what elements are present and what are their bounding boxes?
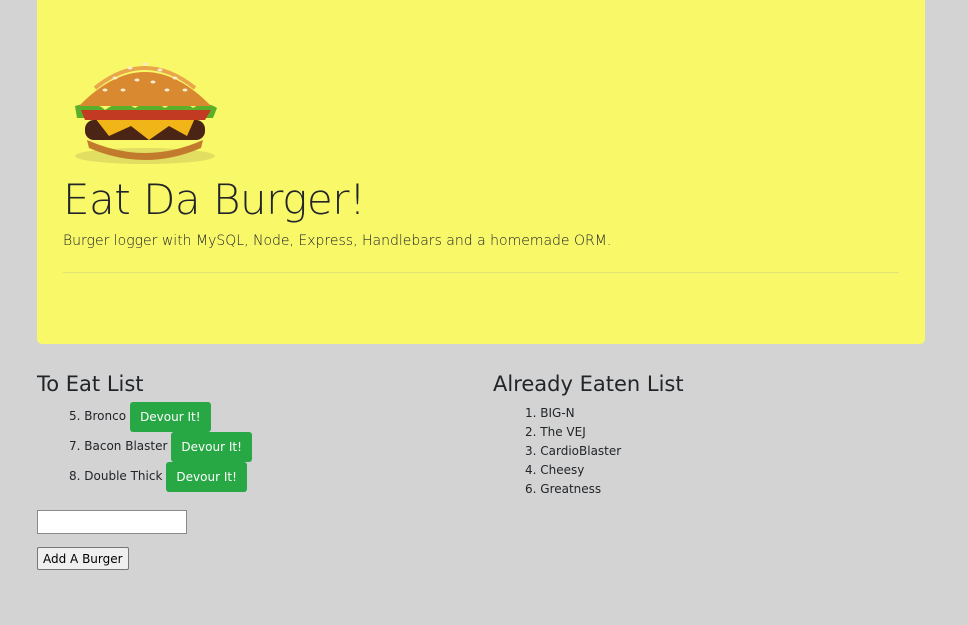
add-burger-button[interactable]: Add A Burger bbox=[37, 547, 129, 570]
eaten-list: 1. BIG-N 2. The VEJ 3. CardioBlaster 4. … bbox=[493, 404, 923, 499]
page-title: Eat Da Burger! bbox=[63, 175, 366, 224]
eaten-heading: Already Eaten List bbox=[493, 372, 684, 396]
devour-button[interactable]: Devour It! bbox=[166, 462, 247, 492]
burger-name: 5. Bronco bbox=[69, 409, 127, 423]
burger-name-input[interactable] bbox=[37, 510, 187, 534]
devour-button[interactable]: Devour It! bbox=[130, 402, 211, 432]
eaten-section: Already Eaten List 1. BIG-N 2. The VEJ 3… bbox=[493, 370, 923, 499]
page-subtitle: Burger logger with MySQL, Node, Express,… bbox=[63, 233, 612, 249]
to-eat-heading: To Eat List bbox=[37, 372, 144, 396]
to-eat-list: 5. Bronco Devour It! 7. Bacon Blaster De… bbox=[37, 402, 467, 492]
to-eat-section: To Eat List 5. Bronco Devour It! 7. Baco… bbox=[37, 370, 467, 492]
list-item: 8. Double Thick Devour It! bbox=[69, 462, 467, 492]
burger-name: 8. Double Thick bbox=[69, 469, 163, 483]
list-item: 1. BIG-N bbox=[525, 406, 575, 420]
burger-name: 7. Bacon Blaster bbox=[69, 439, 168, 453]
jumbotron: Eat Da Burger! Burger logger with MySQL,… bbox=[37, 0, 925, 344]
divider bbox=[63, 272, 899, 273]
burger-image bbox=[75, 62, 217, 164]
list-item: 6. Greatness bbox=[525, 482, 602, 496]
list-item: 7. Bacon Blaster Devour It! bbox=[69, 432, 467, 462]
list-item: 5. Bronco Devour It! bbox=[69, 402, 467, 432]
list-item: 4. Cheesy bbox=[525, 463, 585, 477]
devour-button[interactable]: Devour It! bbox=[171, 432, 252, 462]
list-item: 2. The VEJ bbox=[525, 425, 586, 439]
list-item: 3. CardioBlaster bbox=[525, 444, 622, 458]
